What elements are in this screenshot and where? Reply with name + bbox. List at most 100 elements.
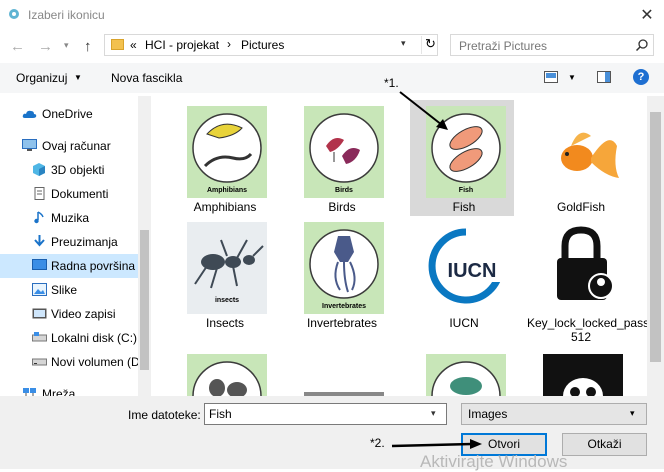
- forward-arrow-icon[interactable]: →: [38, 38, 53, 55]
- sidebar-item-label: Dokumenti: [51, 187, 109, 201]
- file-item-birds[interactable]: Birds Birds: [288, 100, 392, 216]
- amphibians-image: Amphibians: [187, 106, 267, 198]
- refresh-icon[interactable]: ↻: [421, 36, 439, 54]
- file-item-mammals[interactable]: [171, 348, 275, 396]
- window-title: Izaberi ikonicu: [28, 8, 105, 22]
- invertebrates-image: Invertebrates: [304, 222, 384, 314]
- drive-icon: [32, 358, 47, 366]
- sidebar-item-label: Preuzimanja: [51, 235, 118, 249]
- sidebar-item-label: Novi volumen (D: [51, 355, 140, 369]
- file-type-value: Images: [468, 407, 508, 421]
- file-item-invertebrates[interactable]: Invertebrates Invertebrates: [288, 216, 392, 332]
- computer-icon: [22, 139, 37, 151]
- file-item-key-lock[interactable]: Key_lock_locked_password-512: [527, 216, 647, 344]
- command-bar: Organizuj ▼ Nova fascikla ▼ ?: [0, 63, 664, 93]
- sidebar-item-label: Lokalni disk (C:): [51, 331, 138, 345]
- sidebar-item-documents[interactable]: Dokumenti: [0, 182, 138, 206]
- file-name: Birds: [328, 200, 356, 214]
- close-button[interactable]: ✕: [630, 0, 664, 30]
- chevron-down-icon[interactable]: ▾: [431, 408, 436, 419]
- sidebar-item-label: Mreža: [42, 387, 76, 396]
- sidebar-scrollbar-thumb[interactable]: [140, 230, 149, 370]
- organize-button[interactable]: Organizuj: [16, 71, 67, 85]
- sidebar-item-pictures[interactable]: Slike: [0, 278, 138, 302]
- breadcrumb-pictures[interactable]: Pictures: [241, 38, 284, 52]
- filename-value: Fish: [209, 407, 232, 421]
- panda-image: [543, 354, 623, 396]
- cancel-button[interactable]: Otkaži: [562, 433, 647, 456]
- drive-icon: [32, 332, 47, 342]
- file-item-fish[interactable]: Fish Fish: [410, 100, 514, 216]
- view-options-chevron-icon[interactable]: ▼: [568, 73, 576, 82]
- file-item-insects[interactable]: insects Insects: [171, 216, 275, 332]
- file-item-goldfish[interactable]: GoldFish: [527, 100, 631, 216]
- video-icon: [32, 308, 47, 319]
- filename-label: Ime datoteke:: [128, 408, 201, 422]
- file-item-reptiles[interactable]: [410, 348, 514, 396]
- cube-icon: [33, 163, 45, 176]
- file-name: IUCN: [449, 316, 479, 330]
- svg-text:IUCN: IUCN: [448, 260, 497, 282]
- svg-text:Fish: Fish: [459, 187, 473, 194]
- sidebar-item-onedrive[interactable]: OneDrive: [0, 102, 138, 126]
- close-icon: ✕: [640, 7, 654, 24]
- file-name: Amphibians: [193, 200, 257, 214]
- goldfish-image: [543, 106, 623, 198]
- sidebar-item-desktop[interactable]: Radna površina: [0, 254, 138, 278]
- file-type-select[interactable]: Images ▾: [461, 403, 647, 425]
- breadcrumb-overflow[interactable]: «: [130, 38, 137, 52]
- download-icon: [34, 235, 45, 247]
- sidebar-item-this-pc[interactable]: Ovaj računar: [0, 134, 138, 158]
- insects-image: insects: [187, 222, 267, 314]
- back-arrow-icon[interactable]: ←: [10, 38, 25, 55]
- annotation-2-label: *2.: [370, 436, 385, 450]
- sidebar-item-3d-objects[interactable]: 3D objekti: [0, 158, 138, 182]
- sidebar-item-downloads[interactable]: Preuzimanja: [0, 230, 138, 254]
- change-view-icon[interactable]: [544, 71, 558, 83]
- sidebar-item-label: Muzika: [51, 211, 90, 225]
- sidebar-item-music[interactable]: Muzika: [0, 206, 138, 230]
- sidebar-item-network[interactable]: Mreža: [0, 382, 138, 396]
- preview-pane-icon[interactable]: [597, 71, 611, 83]
- activation-watermark: Aktivirajte Windows: [420, 452, 568, 471]
- sidebar-item-label: OneDrive: [42, 107, 93, 121]
- file-name: Invertebrates: [306, 316, 378, 330]
- gradient-image: [304, 392, 384, 396]
- sidebar-item-local-disk-c[interactable]: Lokalni disk (C:): [0, 326, 138, 350]
- file-item-amphibians[interactable]: Amphibians Amphibians: [171, 100, 275, 216]
- file-list: Amphibians Amphibians Birds Birds Fish F…: [151, 96, 647, 396]
- padlock-image: [543, 222, 623, 314]
- fish-image: Fish: [426, 106, 506, 198]
- folder-icon: [111, 39, 124, 50]
- search-input[interactable]: Pretraži Pictures: [450, 34, 654, 56]
- breadcrumb-separator[interactable]: ›: [227, 37, 231, 51]
- sidebar-item-new-volume-d[interactable]: Novi volumen (D: [0, 350, 140, 374]
- file-item-panda[interactable]: [527, 348, 631, 396]
- file-item-unknown[interactable]: [288, 348, 392, 396]
- filename-input[interactable]: Fish ▾: [204, 403, 447, 425]
- cloud-icon: [22, 110, 37, 118]
- annotation-1-label: *1.: [384, 76, 399, 90]
- up-arrow-icon[interactable]: ↑: [84, 38, 92, 55]
- mammals-image: [187, 354, 267, 396]
- new-folder-button[interactable]: Nova fascikla: [111, 71, 182, 85]
- svg-text:Amphibians: Amphibians: [207, 187, 247, 194]
- document-icon: [34, 187, 45, 200]
- help-icon[interactable]: ?: [633, 69, 649, 85]
- app-icon: [9, 9, 19, 19]
- search-placeholder: Pretraži Pictures: [459, 39, 548, 53]
- sidebar-item-label: 3D objekti: [51, 163, 105, 177]
- desktop-icon: [32, 259, 47, 270]
- breadcrumb-hci-projekat[interactable]: HCI - projekat: [145, 38, 219, 52]
- iucn-logo-image: IUCN: [426, 222, 506, 314]
- address-bar[interactable]: « HCI - projekat › Pictures ▾ ↻: [104, 34, 438, 56]
- file-item-iucn[interactable]: IUCN IUCN: [410, 216, 514, 332]
- recent-locations-chevron-icon[interactable]: ▾: [64, 40, 69, 51]
- file-list-scrollbar-thumb[interactable]: [650, 112, 661, 362]
- chevron-down-icon: ▾: [630, 408, 635, 418]
- address-history-chevron-icon[interactable]: ▾: [401, 38, 406, 49]
- sidebar-item-videos[interactable]: Video zapisi: [0, 302, 138, 326]
- organize-chevron-icon[interactable]: ▼: [74, 73, 82, 82]
- network-icon: [23, 388, 36, 396]
- reptiles-image: [426, 354, 506, 396]
